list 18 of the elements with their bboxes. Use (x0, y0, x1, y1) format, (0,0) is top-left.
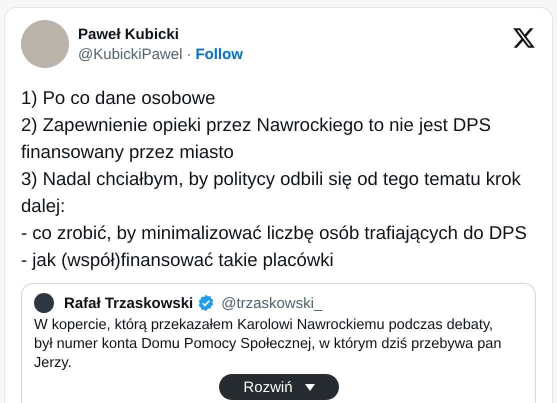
quoted-tweet-text: W kopercie, którą przekazałem Karolowi Nawrockiemu podczas debaty, był numer konta Domu Pomocy Społecznej, w którym dziś przebywa pan Jerzy. (34, 316, 502, 373)
tweet-text-line: 3) Nadal chciałbym, by politycy odbili się od tego tematu krok dalej: (21, 167, 522, 218)
quoted-avatar (34, 293, 54, 313)
author-handle: @KubickiPawel (78, 46, 182, 62)
tweet-text-line: - jak (współ)finansować takie placówki (21, 248, 335, 272)
tweet-text-line: - co zrobić, by minimalizować liczbę osób trafiających do DPS (21, 221, 528, 245)
avatar (21, 20, 69, 68)
tweet-text-line: 2) Zapewnienie opieki przez Nawrockiego to nie jest DPS finansowany przez miasto (21, 113, 492, 164)
follow-link[interactable]: Follow (195, 46, 243, 62)
quoted-author-handle: @trzaskowski_ (221, 294, 322, 312)
caret-icon (304, 384, 315, 390)
expand-button[interactable]: Rozwiń (219, 374, 339, 400)
separator: · (186, 46, 192, 62)
quoted-tweet[interactable]: Rafał Trzaskowski @trzaskowski_ W kopercie, którą przekazałem Karolowi Nawrockiemu podczas debaty, był numer konta Domu Pomocy Społecznej, w którym dziś przebywa pan Jerzy. Rozwiń (21, 283, 536, 403)
quoted-author-name: Rafał Trzaskowski (64, 294, 194, 312)
tweet-text-line: 1) Po co dane osobowe (21, 86, 216, 110)
x-logo-icon[interactable] (512, 26, 536, 50)
author-name: Paweł Kubicki (78, 26, 180, 42)
